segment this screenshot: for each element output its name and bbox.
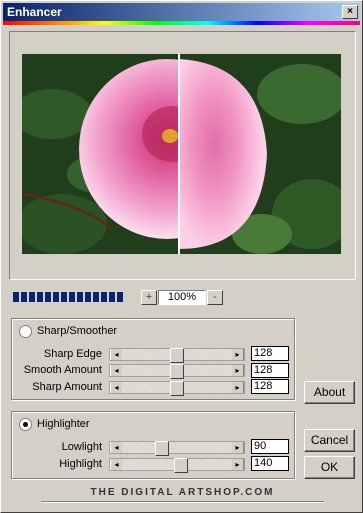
title-bar: Enhancer × (3, 3, 360, 21)
slider-left-arrow-icon[interactable]: ◂ (110, 459, 122, 470)
highlighter-label: Highlighter (37, 418, 90, 430)
slider-right-arrow-icon[interactable]: ▸ (232, 365, 244, 376)
ok-button[interactable]: OK (304, 456, 355, 479)
highlighter-radio[interactable] (19, 418, 32, 431)
window-title: Enhancer (7, 5, 62, 19)
zoom-in-button[interactable]: + (141, 290, 157, 305)
highlight-label: Highlight (59, 458, 102, 470)
zoom-level: 100% (158, 290, 206, 305)
progress-segment (45, 292, 51, 302)
progress-segment (29, 292, 35, 302)
sharp-edge-label: Sharp Edge (43, 348, 102, 360)
lowlight-slider[interactable]: ◂ ▸ (109, 441, 245, 456)
sharp-smoother-label: Sharp/Smoother (37, 325, 118, 337)
progress-bar (13, 292, 125, 305)
about-button[interactable]: About (304, 381, 355, 404)
enhancer-window: Enhancer × + 100% - Sharp/Smoother Sharp… (0, 0, 363, 513)
smooth-amount-slider[interactable]: ◂ ▸ (109, 364, 245, 379)
progress-segment (93, 292, 99, 302)
slider-right-arrow-icon[interactable]: ▸ (232, 442, 244, 453)
smooth-amount-value[interactable]: 128 (251, 363, 289, 378)
footer-divider (41, 501, 324, 503)
progress-segment (101, 292, 107, 302)
slider-left-arrow-icon[interactable]: ◂ (110, 349, 122, 360)
progress-segment (85, 292, 91, 302)
smooth-amount-label: Smooth Amount (23, 364, 102, 376)
sharp-amount-label: Sharp Amount (32, 381, 102, 393)
sharp-edge-value[interactable]: 128 (251, 346, 289, 361)
slider-thumb[interactable] (170, 348, 184, 363)
footer-brand: THE DIGITAL ARTSHOP.COM (90, 487, 275, 498)
sharp-smoother-radio[interactable] (19, 325, 32, 338)
preview-image[interactable] (22, 54, 341, 254)
progress-segment (37, 292, 43, 302)
sharp-amount-value[interactable]: 128 (251, 379, 289, 394)
zoom-out-button[interactable]: - (207, 290, 223, 305)
progress-segment (21, 292, 27, 302)
slider-thumb[interactable] (155, 441, 169, 456)
sharp-edge-slider[interactable]: ◂ ▸ (109, 348, 245, 363)
preview-frame (9, 31, 356, 280)
sharp-amount-slider[interactable]: ◂ ▸ (109, 381, 245, 396)
slider-right-arrow-icon[interactable]: ▸ (232, 382, 244, 393)
slider-right-arrow-icon[interactable]: ▸ (232, 349, 244, 360)
rainbow-strip (3, 21, 360, 25)
progress-segment (13, 292, 19, 302)
slider-thumb[interactable] (170, 381, 184, 396)
highlight-slider[interactable]: ◂ ▸ (109, 458, 245, 473)
lowlight-label: Lowlight (61, 441, 102, 453)
slider-left-arrow-icon[interactable]: ◂ (110, 382, 122, 393)
highlight-value[interactable]: 140 (251, 456, 289, 471)
slider-thumb[interactable] (174, 458, 188, 473)
progress-segment (77, 292, 83, 302)
progress-segment (69, 292, 75, 302)
close-button[interactable]: × (342, 5, 358, 19)
lowlight-value[interactable]: 90 (251, 439, 289, 454)
progress-segment (61, 292, 67, 302)
slider-left-arrow-icon[interactable]: ◂ (110, 442, 122, 453)
cancel-button[interactable]: Cancel (304, 429, 355, 452)
slider-thumb[interactable] (170, 364, 184, 379)
slider-right-arrow-icon[interactable]: ▸ (232, 459, 244, 470)
flower-photo (22, 54, 341, 254)
progress-segment (109, 292, 115, 302)
slider-left-arrow-icon[interactable]: ◂ (110, 365, 122, 376)
progress-segment (117, 292, 123, 302)
progress-segment (53, 292, 59, 302)
